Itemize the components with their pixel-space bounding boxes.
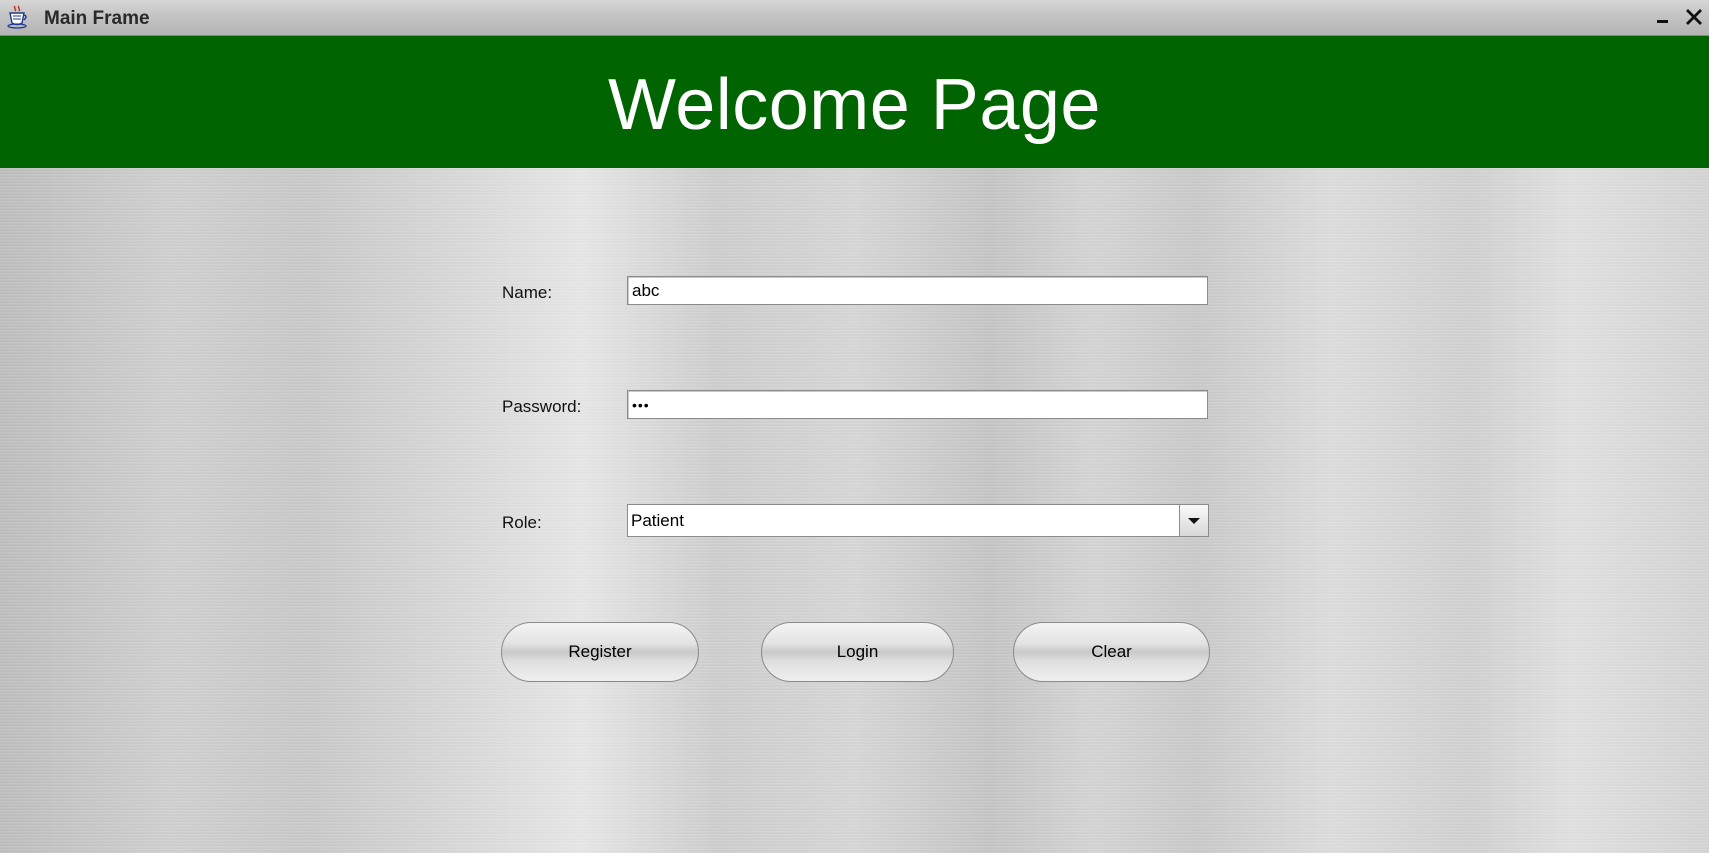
name-input-value: abc — [632, 281, 660, 300]
password-label: Password: — [502, 397, 582, 416]
name-input[interactable]: abc — [627, 276, 1208, 305]
role-dropdown-value: Patient — [631, 511, 684, 530]
role-label: Role: — [502, 513, 542, 532]
main-window: Main Frame Welcome Page Name: abc Passwo… — [0, 0, 1709, 853]
close-icon — [1686, 9, 1702, 25]
title-bar[interactable]: Main Frame — [0, 0, 1709, 36]
header-banner: Welcome Page — [0, 36, 1709, 168]
role-dropdown[interactable]: Patient — [627, 504, 1209, 537]
minimize-icon — [1657, 20, 1668, 23]
minimize-button[interactable] — [1652, 6, 1674, 28]
password-input[interactable]: ••• — [627, 390, 1208, 419]
password-input-value: ••• — [632, 397, 650, 413]
register-button[interactable]: Register — [501, 622, 699, 682]
java-cup-icon — [6, 5, 30, 29]
page-title: Welcome Page — [608, 65, 1101, 145]
chevron-down-icon — [1188, 517, 1200, 524]
close-button[interactable] — [1683, 6, 1705, 28]
window-title: Main Frame — [44, 8, 150, 29]
name-label: Name: — [502, 283, 553, 302]
clear-button[interactable]: Clear — [1013, 622, 1210, 682]
login-button[interactable]: Login — [761, 622, 954, 682]
role-dropdown-toggle[interactable] — [1179, 505, 1208, 536]
